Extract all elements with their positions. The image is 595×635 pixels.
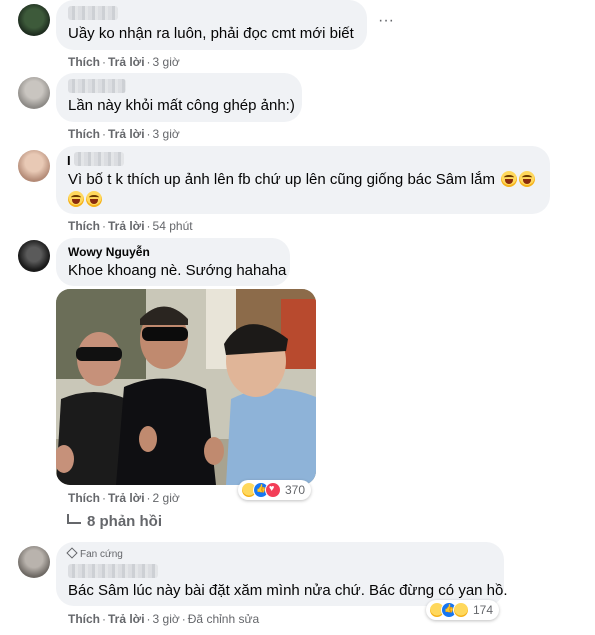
avatar[interactable] bbox=[18, 4, 50, 36]
view-replies-link[interactable]: 8 phản hồi bbox=[67, 513, 162, 530]
comment-text: Bác Sâm lúc này bài đặt xăm mình nửa chứ… bbox=[68, 582, 508, 599]
comment-text: Khoe khoang nè. Sướng hahaha bbox=[68, 262, 287, 279]
sad-reaction-icon bbox=[453, 602, 469, 618]
avatar[interactable] bbox=[18, 77, 50, 109]
diamond-icon bbox=[66, 547, 78, 559]
reaction-count: 174 bbox=[473, 603, 494, 617]
like-link[interactable]: Thích bbox=[68, 491, 100, 505]
reply-arrow-icon bbox=[67, 514, 81, 524]
reply-link[interactable]: Trả lời bbox=[108, 127, 145, 141]
comment-actions: Thích · Trả lời · 3 giờ bbox=[68, 127, 180, 141]
reaction-summary[interactable]: 174 bbox=[426, 600, 500, 620]
more-horizontal-icon[interactable]: ··· bbox=[377, 13, 395, 33]
comment-bubble: Fan cứng Bác Sâm lúc này bài đặt xăm mìn… bbox=[56, 542, 508, 606]
laughing-emoji-icon bbox=[86, 191, 102, 207]
comment-text: Uầy ko nhận ra luôn, phải đọc cmt mới bi… bbox=[68, 25, 354, 42]
author-name-redacted[interactable] bbox=[68, 564, 158, 578]
comment-photo[interactable] bbox=[56, 289, 316, 485]
reply-link[interactable]: Trả lời bbox=[108, 219, 145, 233]
reply-link[interactable]: Trả lời bbox=[108, 55, 145, 69]
author-name-redacted[interactable] bbox=[68, 79, 126, 93]
comment-author[interactable]: Wowy Nguyễn bbox=[68, 245, 150, 259]
photo-illustration bbox=[56, 289, 316, 485]
avatar[interactable] bbox=[18, 150, 50, 182]
comment-bubble: I Vì bố t k thích up ảnh lên fb chứ up l… bbox=[56, 146, 550, 214]
avatar[interactable] bbox=[18, 546, 50, 578]
comment-time[interactable]: 54 phút bbox=[153, 219, 193, 233]
reply-link[interactable]: Trả lời bbox=[108, 612, 145, 626]
author-name-redacted[interactable] bbox=[68, 6, 118, 20]
replies-count: 8 phản hồi bbox=[87, 513, 162, 530]
comment-time[interactable]: 3 giờ bbox=[153, 55, 180, 69]
reaction-count: 370 bbox=[285, 483, 306, 497]
author-initial[interactable]: I bbox=[67, 151, 71, 171]
comment-bubble: Wowy Nguyễn Khoe khoang nè. Sướng hahaha bbox=[56, 238, 290, 286]
comment-actions: Thích · Trả lời · 2 giờ bbox=[68, 491, 180, 505]
comment-text: Lần này khỏi mất công ghép ảnh:) bbox=[68, 97, 295, 114]
like-link[interactable]: Thích bbox=[68, 219, 100, 233]
comment-time[interactable]: 3 giờ bbox=[153, 612, 180, 626]
like-link[interactable]: Thích bbox=[68, 612, 100, 626]
comment-bubble: Lần này khỏi mất công ghép ảnh:) bbox=[56, 73, 302, 122]
reaction-summary[interactable]: 370 bbox=[238, 480, 312, 500]
comment-actions: Thích · Trả lời · 3 giờ · Đã chỉnh sửa bbox=[68, 612, 260, 626]
laughing-emoji-icon bbox=[68, 191, 84, 207]
fan-badge: Fan cứng bbox=[66, 547, 123, 560]
reply-link[interactable]: Trả lời bbox=[108, 491, 145, 505]
like-link[interactable]: Thích bbox=[68, 127, 100, 141]
author-name-redacted[interactable] bbox=[74, 152, 124, 166]
laughing-emoji-icon bbox=[519, 171, 536, 187]
emoji-line bbox=[68, 190, 102, 210]
avatar[interactable] bbox=[18, 240, 50, 272]
laughing-emoji-icon bbox=[501, 171, 518, 187]
fan-badge-label: Fan cứng bbox=[80, 549, 123, 560]
comment-time[interactable]: 2 giờ bbox=[153, 491, 180, 505]
comment-actions: Thích · Trả lời · 54 phút bbox=[68, 219, 193, 233]
edited-label[interactable]: Đã chỉnh sửa bbox=[188, 612, 259, 626]
comment-text: Vì bố t k thích up ảnh lên fb chứ up lên… bbox=[68, 170, 536, 190]
comment-bubble: Uầy ko nhận ra luôn, phải đọc cmt mới bi… bbox=[56, 0, 367, 50]
comment-time[interactable]: 3 giờ bbox=[153, 127, 180, 141]
like-link[interactable]: Thích bbox=[68, 55, 100, 69]
comment-text-content: Vì bố t k thích up ảnh lên fb chứ up lên… bbox=[68, 171, 495, 188]
comment-actions: Thích · Trả lời · 3 giờ bbox=[68, 55, 180, 69]
love-reaction-icon bbox=[265, 482, 281, 498]
